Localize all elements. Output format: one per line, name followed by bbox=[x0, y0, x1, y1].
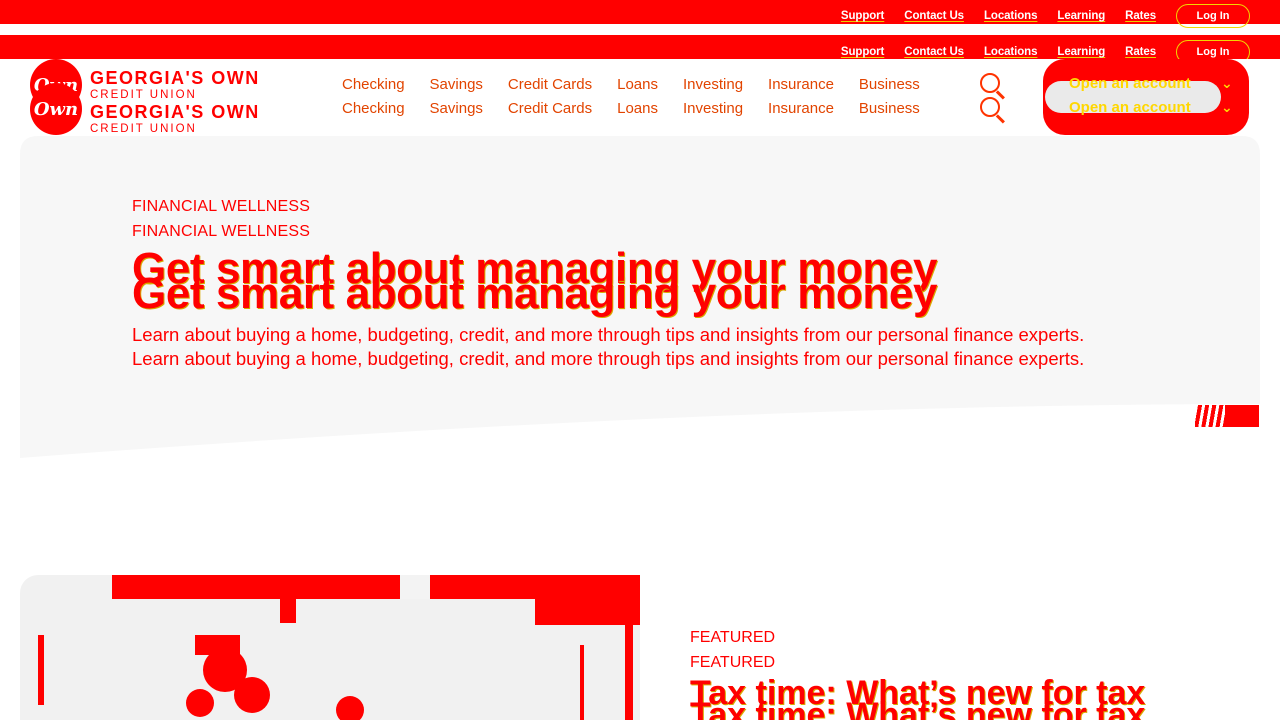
nav-item-savings[interactable]: Savings bbox=[430, 73, 483, 97]
brand-subtitle-duplicate: CREDIT UNION bbox=[90, 123, 197, 135]
nav-item-credit-cards[interactable]: Credit Cards bbox=[508, 73, 592, 97]
nav-item-business[interactable]: Business bbox=[859, 73, 920, 97]
nav-item-insurance[interactable]: Insurance bbox=[768, 73, 834, 97]
nav-item-credit-cards[interactable]: Credit Cards bbox=[508, 97, 592, 121]
nav-item-savings[interactable]: Savings bbox=[430, 97, 483, 121]
locations-link[interactable]: Locations bbox=[984, 46, 1038, 58]
rates-link[interactable]: Rates bbox=[1125, 46, 1156, 58]
featured-eyebrow: FEATURED bbox=[690, 629, 776, 646]
hero-section: FINANCIAL WELLNESS FINANCIAL WELLNESS Ge… bbox=[20, 136, 1260, 466]
logo-mark-circle-duplicate: Own bbox=[30, 83, 82, 135]
nav-item-business[interactable]: Business bbox=[859, 97, 920, 121]
nav-item-loans[interactable]: Loans bbox=[617, 73, 658, 97]
contact-us-link[interactable]: Contact Us bbox=[904, 10, 964, 22]
utility-bar: Support Contact Us Locations Learning Ra… bbox=[0, 0, 1280, 28]
featured-image-art bbox=[38, 575, 640, 720]
chevron-down-icon: ⌄ bbox=[1221, 75, 1233, 91]
brand-name-duplicate: GEORGIA'S OWN bbox=[90, 102, 260, 122]
nav-item-checking[interactable]: Checking bbox=[342, 73, 405, 97]
page-title-duplicate: Get smart about managing your money bbox=[132, 269, 938, 318]
featured-article-image[interactable] bbox=[20, 575, 640, 720]
nav-item-investing[interactable]: Investing bbox=[683, 73, 743, 97]
support-link[interactable]: Support bbox=[841, 46, 884, 58]
main-header: Own Own GEORGIA'S OWN CREDIT UNION GEORG… bbox=[0, 59, 1280, 137]
hero-description-duplicate: Learn about buying a home, budgeting, cr… bbox=[132, 348, 1085, 369]
open-account-button[interactable]: Open an account ⌄ Open an account ⌄ bbox=[1043, 59, 1249, 135]
open-account-label-duplicate: Open an account bbox=[1069, 99, 1191, 116]
rates-link[interactable]: Rates bbox=[1125, 10, 1156, 22]
featured-eyebrow-duplicate: FEATURED bbox=[690, 654, 776, 671]
nav-item-loans[interactable]: Loans bbox=[617, 97, 658, 121]
brand-subtitle: CREDIT UNION bbox=[90, 89, 197, 101]
utility-links: Support Contact Us Locations Learning Ra… bbox=[821, 4, 1250, 28]
primary-nav-duplicate: Checking Savings Credit Cards Loans Inve… bbox=[342, 97, 945, 121]
hero-eyebrow-duplicate: FINANCIAL WELLNESS bbox=[132, 223, 311, 240]
support-link[interactable]: Support bbox=[841, 10, 884, 22]
hero-eyebrow: FINANCIAL WELLNESS bbox=[132, 198, 311, 215]
featured-article-title-duplicate[interactable]: Tax time: What’s new for tax bbox=[690, 696, 1145, 720]
nav-item-checking[interactable]: Checking bbox=[342, 97, 405, 121]
logo-wordmark: GEORGIA'S OWN CREDIT UNION GEORGIA'S OWN… bbox=[90, 67, 260, 135]
brand-logo[interactable]: Own Own GEORGIA'S OWN CREDIT UNION GEORG… bbox=[30, 59, 280, 135]
log-in-button[interactable]: Log In bbox=[1176, 4, 1250, 28]
contact-us-link[interactable]: Contact Us bbox=[904, 46, 964, 58]
open-account-label: Open an account bbox=[1069, 75, 1191, 92]
locations-link[interactable]: Locations bbox=[984, 10, 1038, 22]
nav-item-insurance[interactable]: Insurance bbox=[768, 97, 834, 121]
decorative-block bbox=[1225, 405, 1259, 427]
learning-link[interactable]: Learning bbox=[1057, 10, 1105, 22]
primary-nav: Checking Savings Credit Cards Loans Inve… bbox=[342, 73, 945, 97]
logo-mark: Own Own bbox=[30, 59, 82, 135]
utility-bar-duplicate: Support Contact Us Locations Learning Ra… bbox=[0, 35, 1280, 64]
search-icon-handle bbox=[996, 114, 1005, 124]
search-icon[interactable] bbox=[978, 95, 1006, 124]
chevron-down-icon: ⌄ bbox=[1221, 99, 1233, 115]
nav-item-investing[interactable]: Investing bbox=[683, 97, 743, 121]
learning-link[interactable]: Learning bbox=[1057, 46, 1105, 58]
brand-name: GEORGIA'S OWN bbox=[90, 68, 260, 88]
